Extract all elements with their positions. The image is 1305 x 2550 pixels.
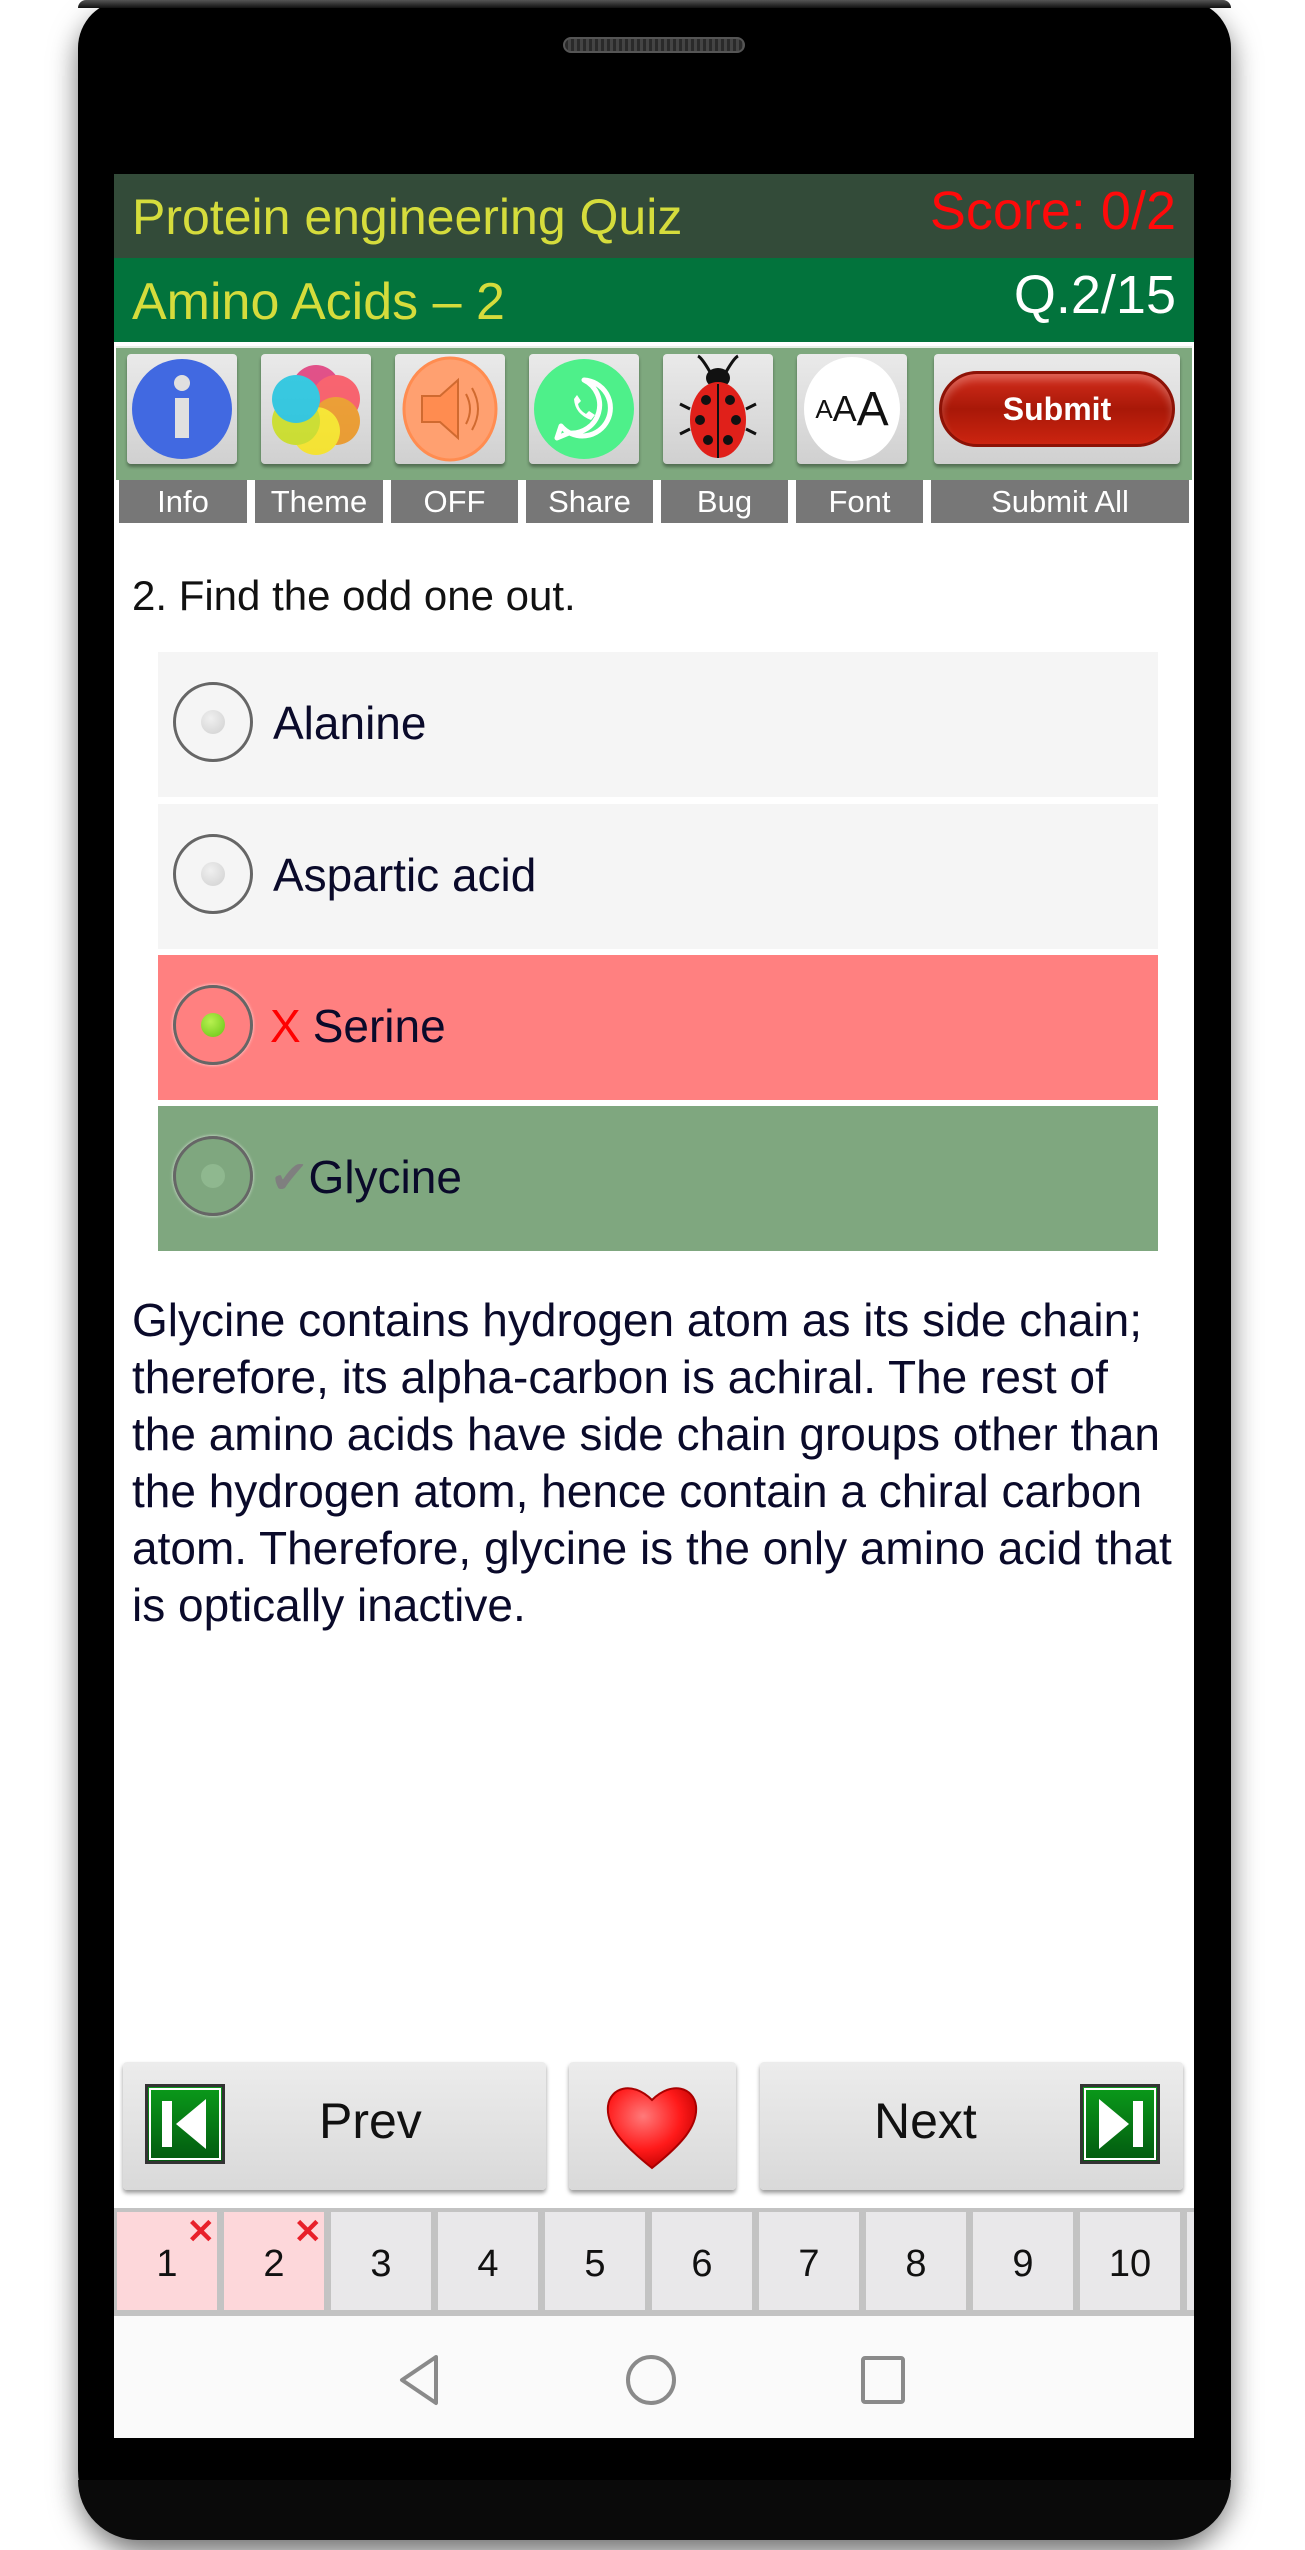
label-submit-all: Submit All [931, 480, 1189, 523]
font-size-button[interactable]: AAA [797, 354, 907, 464]
option-alanine[interactable]: Alanine [158, 652, 1158, 797]
ladybug-icon [679, 354, 757, 458]
page-5[interactable]: 5 [545, 2212, 645, 2310]
page-number: 3 [370, 2243, 392, 2285]
page-number: 1 [156, 2243, 178, 2285]
option-label: X Serine [270, 999, 446, 1053]
page-number: 8 [905, 2243, 927, 2285]
score-display: Score: 0/2 [929, 181, 1176, 241]
back-icon[interactable] [396, 2354, 444, 2406]
option-aspartic-acid[interactable]: Aspartic acid [158, 804, 1158, 949]
prev-label: Prev [319, 2093, 422, 2149]
app-screen: Protein engineering Quiz Score: 0/2 Amin… [114, 174, 1194, 2438]
bug-report-button[interactable] [663, 354, 773, 464]
page-10[interactable]: 10 [1080, 2212, 1180, 2310]
home-icon[interactable] [625, 2354, 677, 2406]
phone-chin [78, 2480, 1231, 2540]
label-share: Share [526, 480, 653, 523]
speaker-grille [563, 37, 745, 53]
prev-arrow-icon [145, 2084, 225, 2164]
option-label: Aspartic acid [273, 848, 536, 902]
submit-button[interactable]: Submit [934, 354, 1180, 464]
question-page-strip: 1 ✕ 2 ✕ 3 4 5 6 7 8 9 10 [114, 2208, 1194, 2316]
font-size-icon: AAA [804, 357, 900, 461]
page-number: 7 [798, 2243, 820, 2285]
page-6[interactable]: 6 [652, 2212, 752, 2310]
label-bug: Bug [661, 480, 788, 523]
label-font: Font [796, 480, 923, 523]
option-text: Glycine [308, 1151, 462, 1203]
radio-dot [201, 710, 225, 734]
toolbar: AAA Submit [116, 346, 1192, 482]
favorite-button[interactable] [569, 2062, 736, 2190]
system-navigation-bar [114, 2316, 1194, 2438]
next-label: Next [874, 2093, 977, 2149]
speaker-icon [402, 356, 498, 462]
option-text: Aspartic acid [273, 849, 537, 901]
option-text: Serine [312, 1000, 446, 1052]
radio-button[interactable] [173, 1136, 253, 1216]
page-number: 10 [1108, 2243, 1152, 2285]
radio-button[interactable] [173, 682, 253, 762]
theme-palette-icon [272, 365, 360, 455]
whatsapp-share-icon [534, 359, 634, 459]
question-counter: Q.2/15 [1013, 265, 1176, 325]
radio-button[interactable] [173, 834, 253, 914]
page-8[interactable]: 8 [866, 2212, 966, 2310]
page-9[interactable]: 9 [973, 2212, 1073, 2310]
recents-icon[interactable] [859, 2354, 907, 2406]
wrong-mark-icon: ✕ [186, 2213, 216, 2251]
next-button[interactable]: Next [760, 2062, 1183, 2190]
page-number: 6 [691, 2243, 713, 2285]
wrong-mark-icon: X [270, 1000, 301, 1052]
question-text: 2. Find the odd one out. [132, 572, 576, 619]
sound-toggle-button[interactable] [395, 354, 505, 464]
radio-dot [201, 1164, 225, 1188]
page-3[interactable]: 3 [331, 2212, 431, 2310]
page-number: 4 [477, 2243, 499, 2285]
info-button[interactable] [127, 354, 237, 464]
radio-button[interactable] [173, 985, 253, 1065]
option-serine[interactable]: X Serine [158, 955, 1158, 1100]
label-theme: Theme [255, 480, 383, 523]
theme-button[interactable] [261, 354, 371, 464]
check-mark-icon: ✔ [270, 1151, 309, 1203]
share-button[interactable] [529, 354, 639, 464]
title-bar: Protein engineering Quiz Score: 0/2 [114, 174, 1194, 258]
topic-bar: Amino Acids – 2 Q.2/15 [114, 258, 1194, 342]
page-number: 2 [263, 2243, 285, 2285]
page-1[interactable]: 1 ✕ [117, 2212, 217, 2310]
submit-pill: Submit [939, 371, 1175, 447]
radio-dot [201, 862, 225, 886]
info-icon [132, 359, 232, 459]
wrong-mark-icon: ✕ [293, 2213, 323, 2251]
prev-button[interactable]: Prev [123, 2062, 546, 2190]
topic-title: Amino Acids – 2 [132, 273, 505, 331]
page-4[interactable]: 4 [438, 2212, 538, 2310]
option-label: Alanine [273, 696, 426, 750]
page-number: 5 [584, 2243, 606, 2285]
page-11-partial[interactable] [1187, 2212, 1194, 2310]
next-arrow-icon [1080, 2084, 1160, 2164]
radio-dot-selected [201, 1013, 225, 1037]
heart-icon [606, 2087, 698, 2170]
toolbar-labels: Info Theme OFF Share Bug Font Submit All [116, 480, 1192, 525]
option-text: Alanine [273, 697, 427, 749]
label-info: Info [119, 480, 247, 523]
page-2[interactable]: 2 ✕ [224, 2212, 324, 2310]
phone-top-edge [78, 0, 1231, 8]
page-7[interactable]: 7 [759, 2212, 859, 2310]
label-sound: OFF [391, 480, 518, 523]
explanation-text: Glycine contains hydrogen atom as its si… [132, 1294, 1172, 1631]
page-number: 9 [1012, 2243, 1034, 2285]
app-title: Protein engineering Quiz [132, 189, 683, 245]
option-label: ✔Glycine [270, 1150, 462, 1204]
option-glycine[interactable]: ✔Glycine [158, 1106, 1158, 1251]
